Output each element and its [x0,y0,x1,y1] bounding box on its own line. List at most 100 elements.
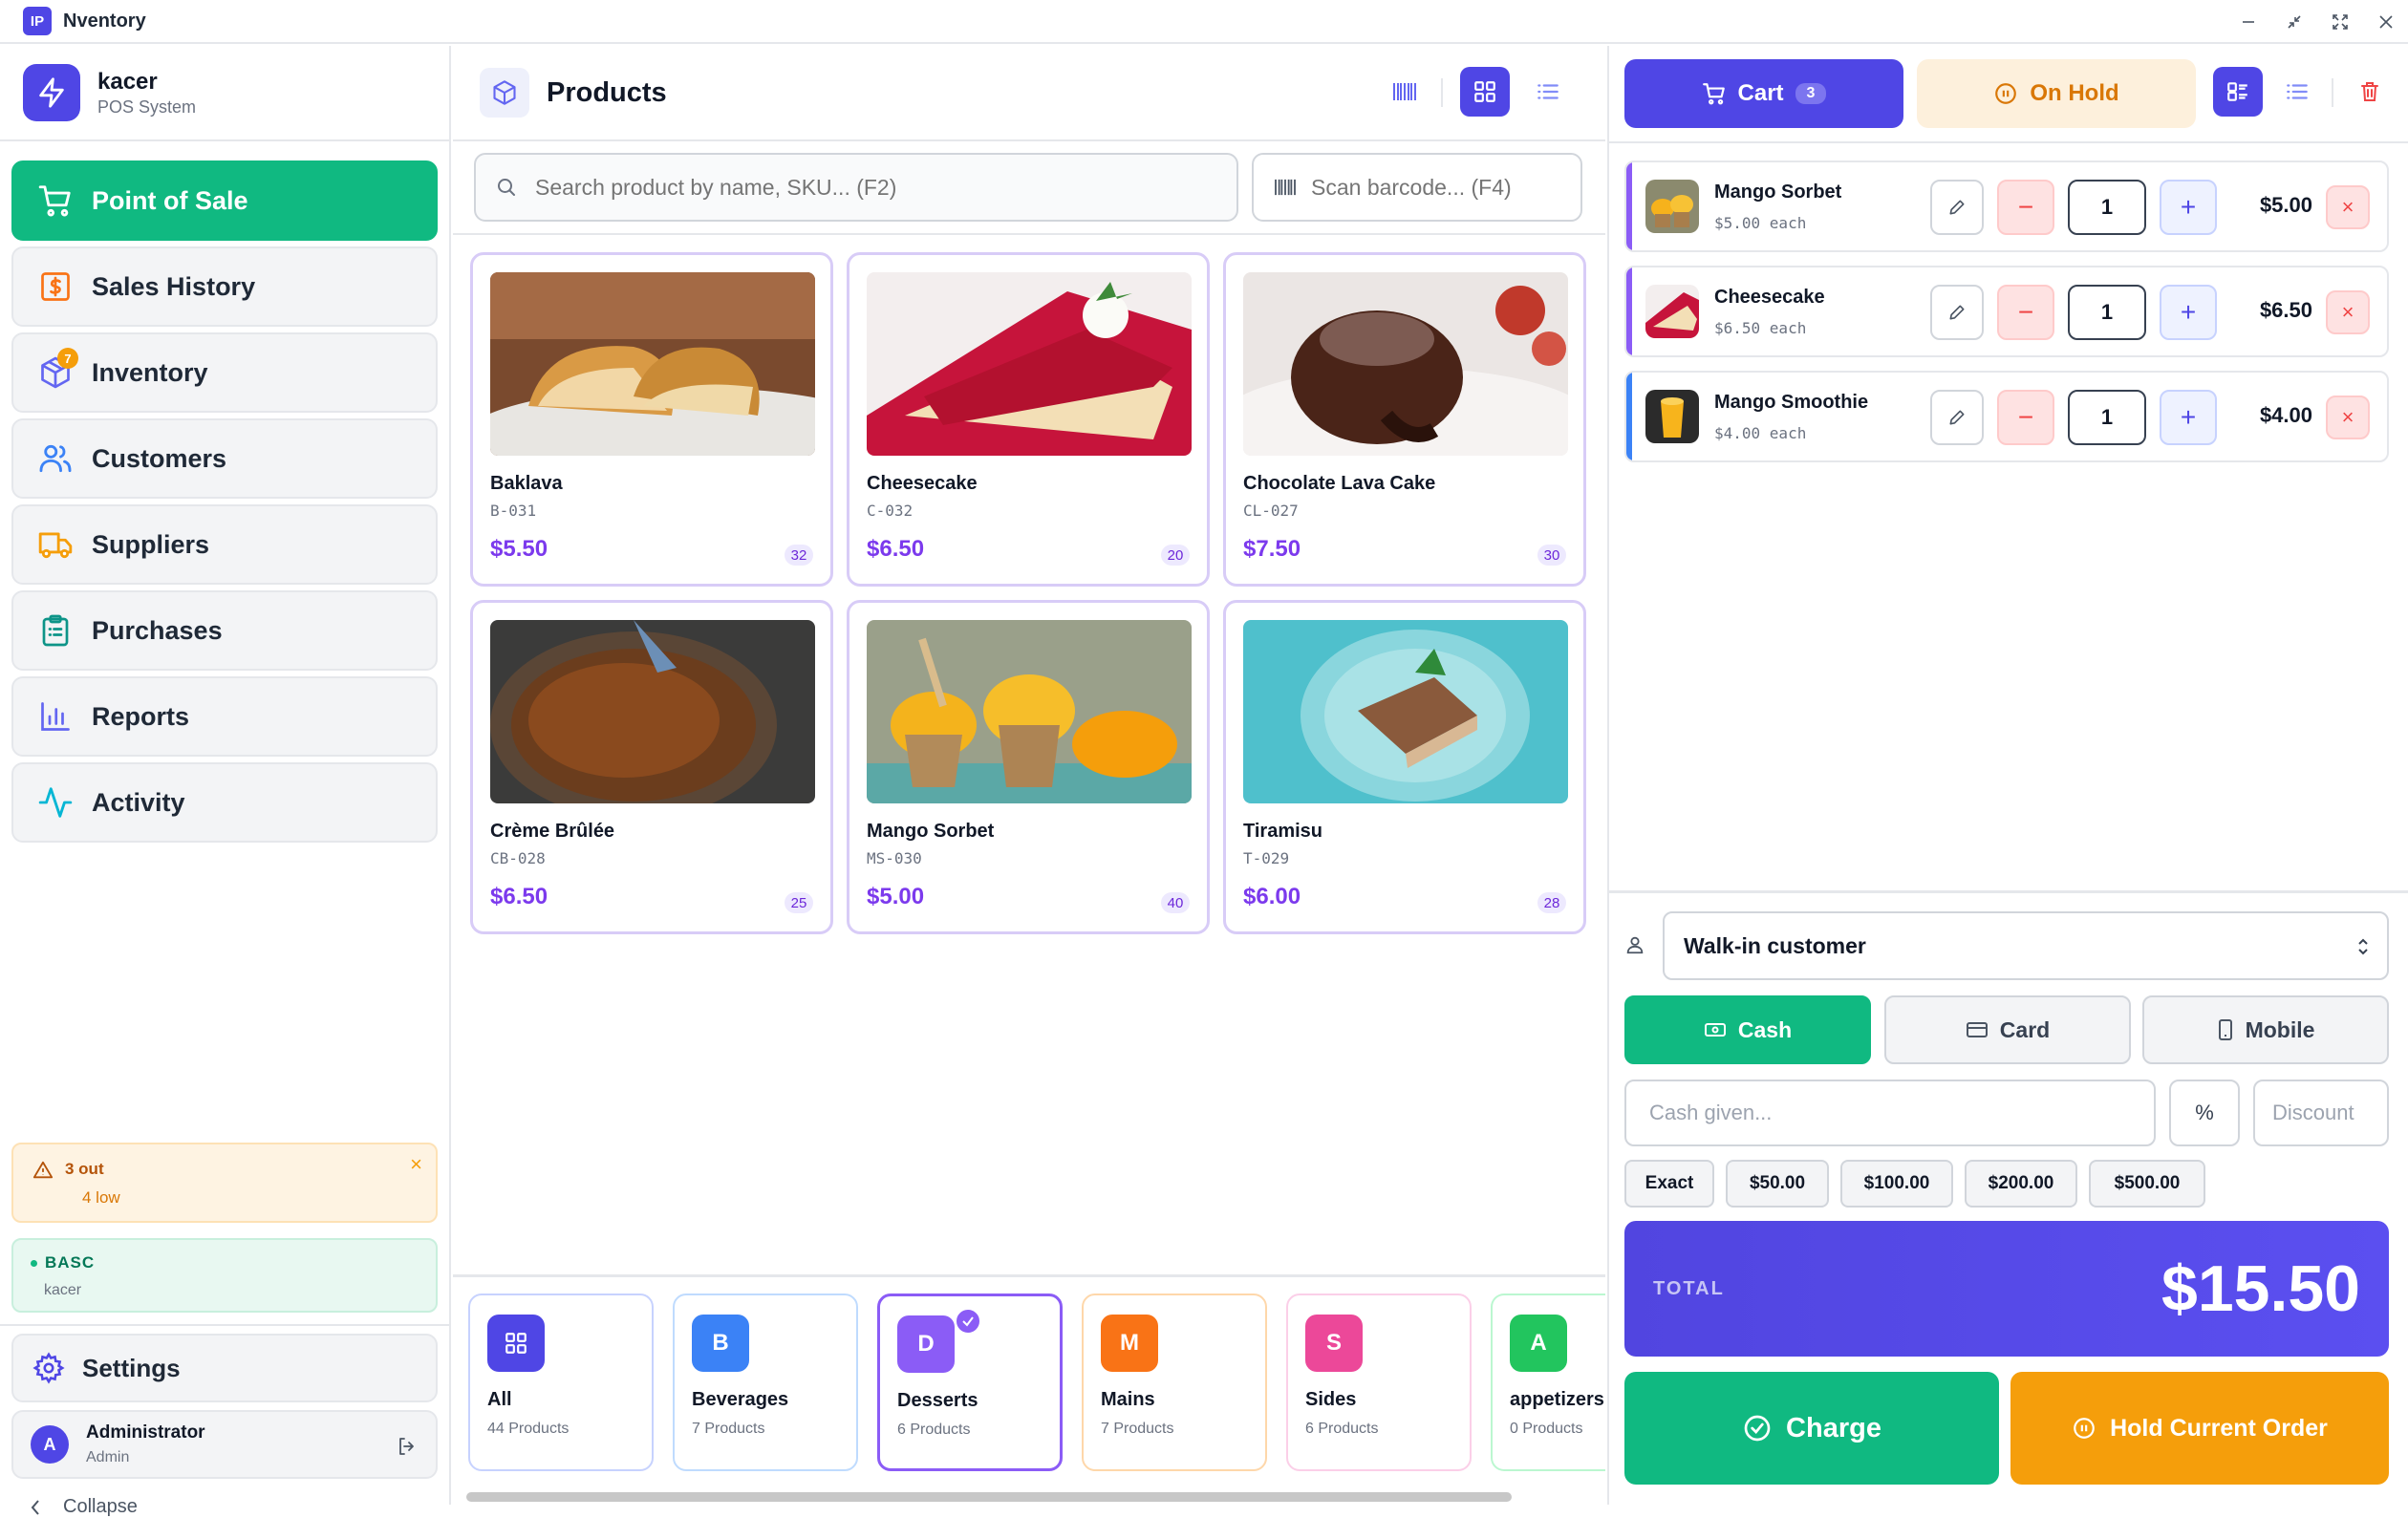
shrink-icon[interactable] [2280,8,2309,36]
category-all[interactable]: All 44 Products [468,1294,654,1471]
barcode-view-icon[interactable] [1380,67,1430,117]
tab-on-hold[interactable]: On Hold [1917,59,2196,128]
nav-inventory[interactable]: 7 Inventory [11,332,438,413]
pencil-icon[interactable] [1930,180,1984,235]
product-card-tiramisu[interactable]: Tiramisu T-029 $6.00 28 [1223,600,1586,934]
quick-amount-50[interactable]: $50.00 [1726,1160,1829,1208]
chevron-left-icon [29,1498,42,1517]
increase-qty-button[interactable]: + [2160,180,2217,235]
category-name: Mains [1101,1389,1155,1410]
collapse-button[interactable]: Collapse [29,1496,138,1518]
nav-sales-history[interactable]: Sales History [11,246,438,327]
quick-amount-200[interactable]: $200.00 [1965,1160,2077,1208]
product-sku: B-031 [490,502,537,520]
category-scrollbar[interactable] [466,1492,1512,1502]
sidebar: kacer POS System Point of Sale Sales His… [0,46,451,1517]
product-card-mango-sorbet[interactable]: Mango Sorbet MS-030 $5.00 40 [847,600,1210,934]
pay-cash-button[interactable]: Cash [1624,995,1871,1064]
category-appetizers[interactable]: A appetizers 0 Products [1491,1294,1605,1471]
nav-customers[interactable]: Customers [11,418,438,499]
increase-qty-button[interactable]: + [2160,390,2217,445]
pencil-icon[interactable] [1930,390,1984,445]
mobile-phone-icon [2217,1018,2246,1041]
pencil-icon[interactable] [1930,285,1984,340]
product-card-baklava[interactable]: Baklava B-031 $5.50 32 [470,252,833,587]
bar-chart-icon [36,697,75,736]
product-card-chocolate-lava-cake[interactable]: Chocolate Lava Cake CL-027 $7.50 30 [1223,252,1586,587]
quick-amount-exact[interactable]: Exact [1624,1160,1714,1208]
settings-button[interactable]: Settings [11,1334,438,1402]
minimize-icon[interactable] [2234,8,2263,36]
nav-purchases[interactable]: Purchases [11,590,438,671]
close-icon[interactable] [2372,8,2400,36]
pay-mobile-button[interactable]: Mobile [2142,995,2389,1064]
alert-close-icon[interactable]: × [410,1152,422,1177]
decrease-qty-button[interactable]: − [1997,285,2054,340]
barcode-input[interactable] [1311,174,1579,201]
nav-activity[interactable]: Activity [11,762,438,843]
decrease-qty-button[interactable]: − [1997,390,2054,445]
percent-toggle[interactable]: % [2169,1080,2240,1146]
category-name: Sides [1305,1389,1357,1410]
product-sku: T-029 [1243,849,1290,867]
logout-icon[interactable] [396,1435,419,1458]
tab-cart[interactable]: Cart 3 [1624,59,1903,128]
user-card[interactable]: A Administrator Admin [11,1410,438,1479]
cash-given-input[interactable]: Cash given... [1624,1080,2156,1146]
cart-item-thumbnail [1645,390,1699,443]
category-desserts[interactable]: D Desserts 6 Products [877,1294,1063,1471]
compact-list-icon[interactable] [2272,67,2322,117]
product-price: $7.50 [1243,536,1301,562]
cart-item-name: Mango Sorbet [1714,182,1842,203]
product-price: $6.50 [490,884,548,909]
hold-order-button[interactable]: Hold Current Order [2010,1372,2389,1485]
grid-view-icon[interactable] [1460,67,1510,117]
quick-amount-500[interactable]: $500.00 [2089,1160,2205,1208]
cart-item-total: $5.00 [2259,193,2312,217]
nav-reports[interactable]: Reports [11,676,438,757]
product-name: Cheesecake [867,473,978,494]
product-card-creme-brulee[interactable]: Crème Brûlée CB-028 $6.50 25 [470,600,833,934]
product-image-creme-brulee [490,620,815,803]
trash-icon[interactable] [2345,67,2395,117]
qty-value[interactable]: 1 [2068,390,2146,445]
settings-label: Settings [82,1353,181,1382]
decrease-qty-button[interactable]: − [1997,180,2054,235]
check-circle-icon [1742,1413,1773,1443]
product-card-cheesecake[interactable]: Cheesecake C-032 $6.50 20 [847,252,1210,587]
remove-item-icon[interactable]: × [2326,185,2370,229]
category-count: 7 Products [1101,1421,1174,1437]
inventory-badge: 7 [57,348,78,369]
pay-card-button[interactable]: Card [1884,995,2131,1064]
barcode-field[interactable] [1252,153,1582,222]
search-field[interactable] [474,153,1238,222]
discount-input[interactable]: Discount [2253,1080,2389,1146]
category-mains[interactable]: M Mains 7 Products [1082,1294,1267,1471]
charge-button[interactable]: Charge [1624,1372,1999,1485]
qty-value[interactable]: 1 [2068,285,2146,340]
nav-suppliers[interactable]: Suppliers [11,504,438,585]
detail-view-icon[interactable] [2213,67,2263,117]
charge-label: Charge [1786,1412,1881,1443]
total-box: TOTAL $15.50 [1624,1221,2389,1357]
list-view-icon[interactable] [1523,67,1573,117]
search-input[interactable] [535,174,1204,201]
remove-item-icon[interactable]: × [2326,290,2370,334]
cart-item-name: Mango Smoothie [1714,392,1869,413]
remove-item-icon[interactable]: × [2326,396,2370,439]
nav-label: Suppliers [92,529,210,559]
category-name: Beverages [692,1389,789,1410]
cart-item-name: Cheesecake [1714,287,1825,308]
qty-value[interactable]: 1 [2068,180,2146,235]
category-sides[interactable]: S Sides 6 Products [1286,1294,1472,1471]
customer-select[interactable]: Walk-in customer [1663,911,2389,980]
nav-point-of-sale[interactable]: Point of Sale [11,160,438,241]
fullscreen-icon[interactable] [2326,8,2354,36]
quick-amount-100[interactable]: $100.00 [1840,1160,1953,1208]
stock-alert[interactable]: 3 out 4 low × [11,1143,438,1223]
category-letter: A [1510,1315,1567,1372]
hold-order-label: Hold Current Order [2110,1414,2328,1442]
increase-qty-button[interactable]: + [2160,285,2217,340]
category-beverages[interactable]: B Beverages 7 Products [673,1294,858,1471]
cart-item-unit-price: $5.00 each [1714,214,1807,232]
